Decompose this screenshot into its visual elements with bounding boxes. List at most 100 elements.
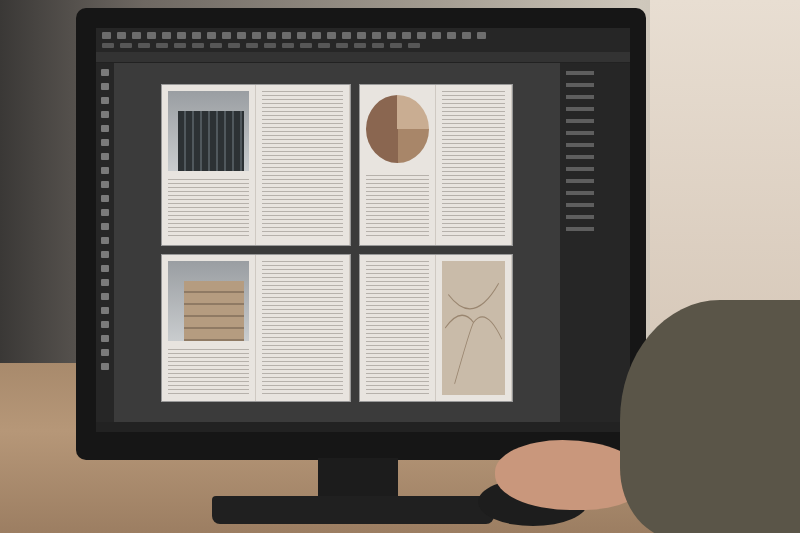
toolbar-icon[interactable] — [147, 32, 156, 39]
control-icon[interactable] — [300, 43, 312, 48]
panel-row[interactable] — [566, 191, 594, 195]
tool-icon[interactable] — [101, 307, 109, 314]
toolbar-icon[interactable] — [132, 32, 141, 39]
control-icon[interactable] — [228, 43, 240, 48]
page-spread[interactable] — [162, 85, 350, 245]
tool-icon[interactable] — [101, 125, 109, 132]
toolbar-icon[interactable] — [192, 32, 201, 39]
tool-icon[interactable] — [101, 335, 109, 342]
tool-icon[interactable] — [101, 83, 109, 90]
toolbar-icon[interactable] — [342, 32, 351, 39]
page-spread[interactable] — [360, 85, 512, 245]
toolbar-icon[interactable] — [357, 32, 366, 39]
toolbar — [96, 28, 630, 52]
tool-icon[interactable] — [101, 111, 109, 118]
tool-icon[interactable] — [101, 363, 109, 370]
page-spread[interactable] — [360, 255, 512, 401]
tool-icon[interactable] — [101, 237, 109, 244]
panel-row[interactable] — [566, 227, 594, 231]
tool-icon[interactable] — [101, 349, 109, 356]
panel-row[interactable] — [566, 203, 594, 207]
control-icon[interactable] — [372, 43, 384, 48]
toolbar-icon[interactable] — [117, 32, 126, 39]
toolbar-icon[interactable] — [177, 32, 186, 39]
tool-icon[interactable] — [101, 167, 109, 174]
tool-icon[interactable] — [101, 321, 109, 328]
toolbar-icon[interactable] — [327, 32, 336, 39]
tool-icon[interactable] — [101, 251, 109, 258]
toolbar-icon[interactable] — [387, 32, 396, 39]
texture-image — [442, 261, 505, 395]
canvas — [114, 63, 560, 422]
tool-icon[interactable] — [101, 293, 109, 300]
tool-icon[interactable] — [101, 153, 109, 160]
toolbar-icon[interactable] — [222, 32, 231, 39]
panel-row[interactable] — [566, 119, 594, 123]
screen — [96, 28, 630, 432]
toolbar-icon[interactable] — [297, 32, 306, 39]
monitor-base — [212, 496, 494, 524]
curves-icon — [442, 261, 505, 395]
tool-icon[interactable] — [101, 97, 109, 104]
control-icon[interactable] — [264, 43, 276, 48]
tool-icon[interactable] — [101, 265, 109, 272]
control-icon[interactable] — [192, 43, 204, 48]
toolbar-icon[interactable] — [207, 32, 216, 39]
panel-row[interactable] — [566, 71, 594, 75]
panel-row[interactable] — [566, 167, 594, 171]
control-icon[interactable] — [246, 43, 258, 48]
tool-icon[interactable] — [101, 139, 109, 146]
text-block — [366, 175, 429, 239]
control-icon[interactable] — [408, 43, 420, 48]
panel-row[interactable] — [566, 155, 594, 159]
toolbar-icon[interactable] — [432, 32, 441, 39]
control-icon[interactable] — [102, 43, 114, 48]
control-icon[interactable] — [174, 43, 186, 48]
toolbar-icon[interactable] — [282, 32, 291, 39]
text-column — [262, 261, 343, 395]
toolbar-icon[interactable] — [162, 32, 171, 39]
control-icon[interactable] — [210, 43, 222, 48]
control-icon[interactable] — [354, 43, 366, 48]
control-icon[interactable] — [336, 43, 348, 48]
panel-row[interactable] — [566, 107, 594, 111]
sleeve — [620, 300, 800, 533]
tool-icon[interactable] — [101, 69, 109, 76]
control-icon[interactable] — [138, 43, 150, 48]
building-photo — [168, 261, 249, 341]
text-column — [442, 91, 505, 239]
toolbar-icon[interactable] — [267, 32, 276, 39]
panel-row[interactable] — [566, 95, 594, 99]
control-icon[interactable] — [156, 43, 168, 48]
panel-row[interactable] — [566, 179, 594, 183]
toolbar-icon[interactable] — [462, 32, 471, 39]
toolbar-icon[interactable] — [312, 32, 321, 39]
control-icon[interactable] — [120, 43, 132, 48]
toolbar-icon[interactable] — [447, 32, 456, 39]
monitor — [76, 8, 646, 460]
toolbar-icon[interactable] — [402, 32, 411, 39]
tool-icon[interactable] — [101, 209, 109, 216]
panel-row[interactable] — [566, 143, 594, 147]
pie-chart — [366, 95, 429, 163]
text-block — [168, 179, 249, 239]
tool-icon[interactable] — [101, 195, 109, 202]
tool-icon[interactable] — [101, 223, 109, 230]
page-spread[interactable] — [162, 255, 350, 401]
toolbar-icon[interactable] — [252, 32, 261, 39]
control-icon[interactable] — [282, 43, 294, 48]
tool-icon[interactable] — [101, 181, 109, 188]
control-icon[interactable] — [318, 43, 330, 48]
toolbar-icon[interactable] — [372, 32, 381, 39]
toolbar-icon[interactable] — [237, 32, 246, 39]
toolbar-icon[interactable] — [417, 32, 426, 39]
tool-icon[interactable] — [101, 279, 109, 286]
control-icon[interactable] — [390, 43, 402, 48]
panel-row[interactable] — [566, 215, 594, 219]
toolbar-icon[interactable] — [102, 32, 111, 39]
text-block — [168, 349, 249, 395]
document-tab[interactable] — [96, 52, 630, 63]
toolbar-icon[interactable] — [477, 32, 486, 39]
panel-row[interactable] — [566, 131, 594, 135]
panel-row[interactable] — [566, 83, 594, 87]
